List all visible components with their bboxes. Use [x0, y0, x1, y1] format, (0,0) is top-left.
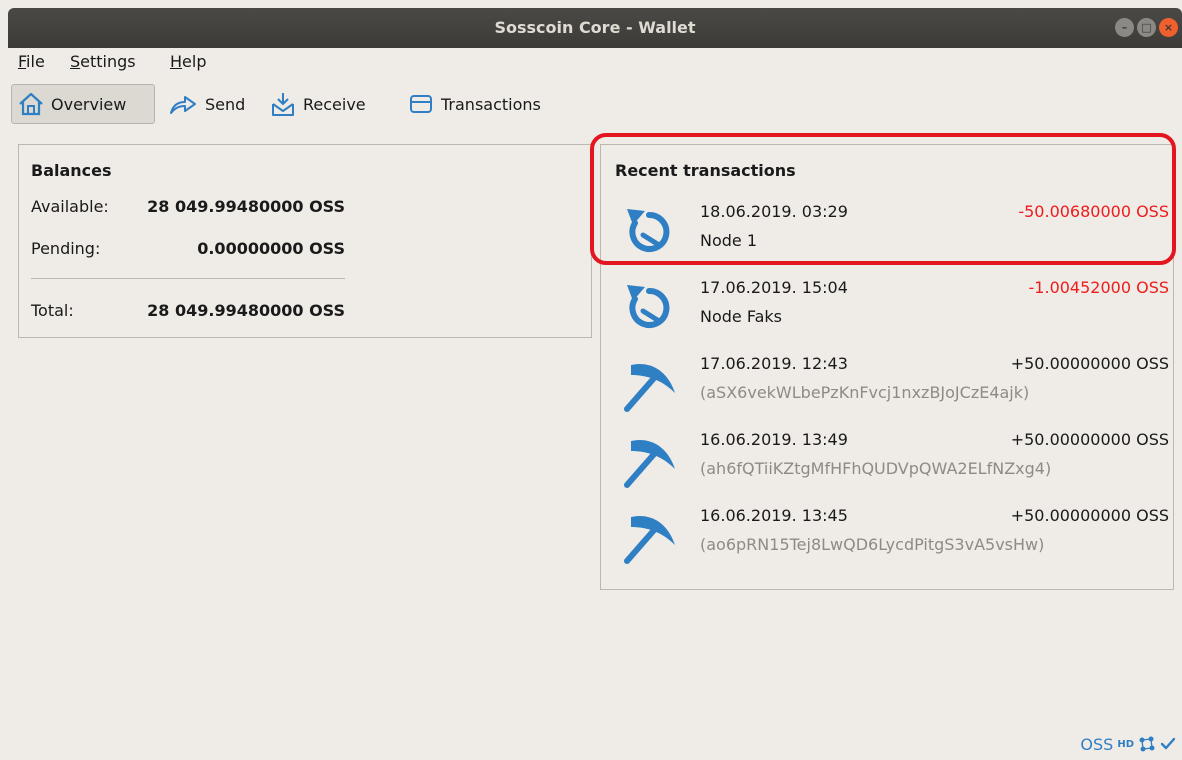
network-icon[interactable] — [1138, 736, 1156, 752]
toolbar: Overview Send Receive Transactions — [8, 82, 1182, 128]
menu-settings[interactable]: Settings — [70, 52, 136, 71]
synced-check-icon — [1160, 737, 1176, 750]
pickaxe-icon — [624, 364, 675, 412]
total-label: Total: — [31, 301, 74, 320]
menu-settings-accel: S — [70, 52, 81, 71]
tab-send[interactable]: Send — [162, 84, 251, 124]
total-value: 28 049.99480000 OSS — [147, 301, 345, 320]
tab-receive[interactable]: Receive — [264, 84, 372, 124]
transaction-date: 16.06.2019. 13:49 — [700, 430, 848, 449]
home-icon — [19, 92, 43, 116]
inbox-download-icon — [272, 93, 294, 116]
transaction-amount: +50.00000000 OSS — [1010, 354, 1169, 373]
tab-overview-label: Overview — [51, 94, 127, 114]
transaction-amount: -1.00452000 OSS — [1028, 278, 1169, 297]
tab-overview[interactable]: Overview — [11, 84, 155, 124]
display-unit[interactable]: OSS — [1080, 735, 1113, 754]
available-label: Available: — [31, 197, 109, 216]
transaction-amount: +50.00000000 OSS — [1010, 506, 1169, 525]
maximize-button[interactable]: □ — [1137, 18, 1156, 37]
window-titlebar[interactable]: Sosscoin Core - Wallet – □ × — [8, 8, 1182, 48]
send-return-icon — [627, 285, 670, 328]
transaction-date: 16.06.2019. 13:45 — [700, 506, 848, 525]
pickaxe-icon — [624, 516, 675, 564]
pickaxe-icon — [624, 440, 675, 488]
menu-file[interactable]: File — [18, 52, 45, 71]
transaction-amount: +50.00000000 OSS — [1010, 430, 1169, 449]
pending-value: 0.00000000 OSS — [197, 239, 345, 258]
menu-help-accel: H — [170, 52, 183, 71]
transaction-label: (ah6fQTiiKZtgMfHFhQUDVpQWA2ELfNZxg4) — [700, 459, 1052, 478]
transaction-row[interactable]: 17.06.2019. 15:04 -1.00452000 OSS Node F… — [611, 275, 1169, 345]
menubar: File Settings Help — [8, 48, 1182, 78]
transaction-date: 17.06.2019. 15:04 — [700, 278, 848, 297]
window-title: Sosscoin Core - Wallet — [494, 18, 696, 37]
menu-help[interactable]: Help — [170, 52, 206, 71]
available-value: 28 049.99480000 OSS — [147, 197, 345, 216]
tab-transactions-label: Transactions — [441, 94, 541, 114]
tab-send-label: Send — [205, 94, 246, 114]
transaction-row[interactable]: 16.06.2019. 13:49 +50.00000000 OSS (ah6f… — [611, 427, 1169, 497]
tab-transactions[interactable]: Transactions — [402, 84, 547, 124]
pending-label: Pending: — [31, 239, 101, 258]
menu-file-label: ile — [26, 52, 45, 71]
statusbar: OSS HD — [1080, 732, 1176, 756]
transaction-row[interactable]: 16.06.2019. 13:45 +50.00000000 OSS (ao6p… — [611, 503, 1169, 573]
transaction-label: Node Faks — [700, 307, 782, 326]
balances-panel: Balances Available: 28 049.99480000 OSS … — [18, 144, 592, 338]
menu-help-label: elp — [182, 52, 207, 71]
close-button[interactable]: × — [1159, 18, 1178, 37]
highlight-annotation — [590, 133, 1176, 265]
hd-status: HD — [1117, 738, 1134, 750]
menu-file-accel: F — [18, 52, 27, 71]
transaction-label: (ao6pRN15Tej8LwQD6LycdPitgS3vA5vsHw) — [700, 535, 1045, 554]
balances-title: Balances — [31, 161, 112, 180]
menu-settings-label: ettings — [80, 52, 136, 71]
transaction-label: (aSX6vekWLbePzKnFvcj1nxzBJoJCzE4ajk) — [700, 383, 1030, 402]
transaction-date: 17.06.2019. 12:43 — [700, 354, 848, 373]
minimize-button[interactable]: – — [1115, 18, 1134, 37]
send-arrow-icon — [170, 96, 196, 114]
balances-divider — [31, 278, 345, 279]
card-icon — [410, 95, 432, 113]
window-controls: – □ × — [1115, 18, 1178, 37]
transaction-row[interactable]: 17.06.2019. 12:43 +50.00000000 OSS (aSX6… — [611, 351, 1169, 421]
tab-receive-label: Receive — [303, 94, 366, 114]
